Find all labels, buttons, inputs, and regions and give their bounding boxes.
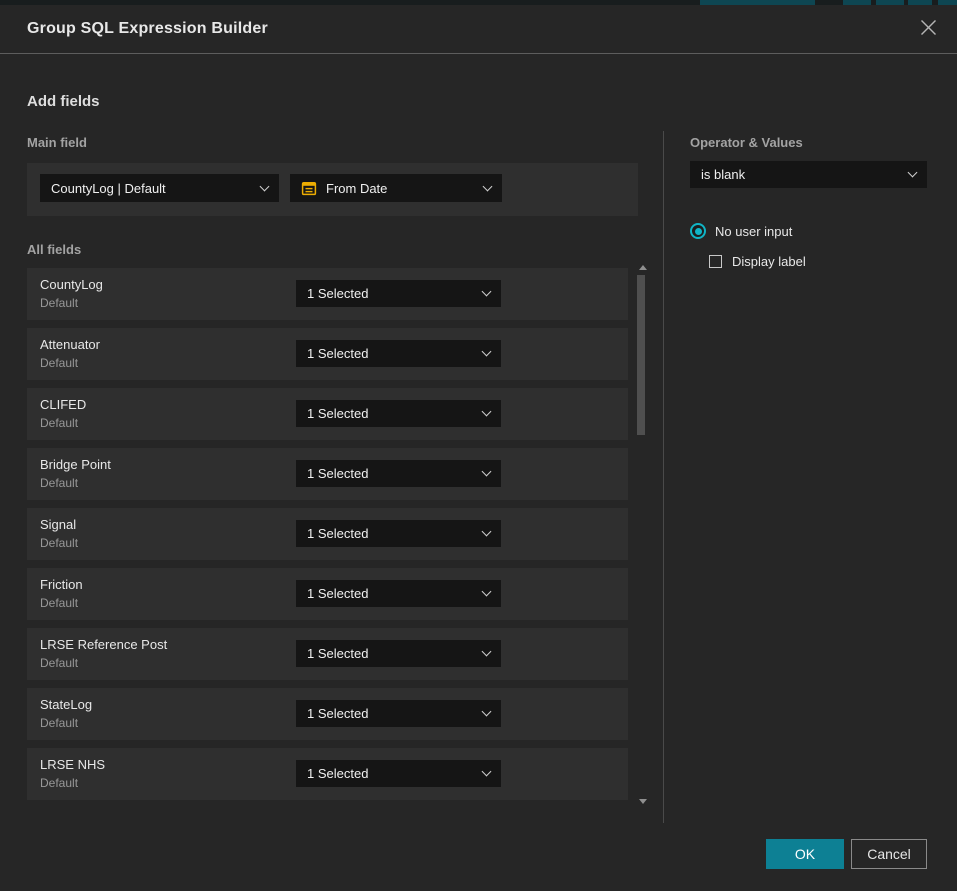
field-row: StateLog Default 1 Selected	[27, 688, 628, 740]
layer-source-value: CountyLog | Default	[51, 181, 261, 196]
field-row: Attenuator Default 1 Selected	[27, 328, 628, 380]
field-subtitle: Default	[40, 716, 78, 730]
main-field-panel: CountyLog | Default From Date	[27, 163, 638, 216]
field-row: Friction Default 1 Selected	[27, 568, 628, 620]
field-selection-value: 1 Selected	[307, 286, 483, 301]
main-field-label: Main field	[27, 135, 87, 150]
scrollbar-down-arrow-icon[interactable]	[639, 799, 647, 804]
field-subtitle: Default	[40, 296, 78, 310]
chevron-down-icon	[482, 527, 492, 537]
scrollbar-up-arrow-icon[interactable]	[639, 265, 647, 270]
no-user-input-label: No user input	[715, 224, 792, 239]
dialog-titlebar: Group SQL Expression Builder	[0, 5, 957, 54]
field-subtitle: Default	[40, 476, 78, 490]
field-selection-value: 1 Selected	[307, 646, 483, 661]
chevron-down-icon	[482, 587, 492, 597]
field-selection-dropdown[interactable]: 1 Selected	[296, 460, 501, 487]
field-name: Signal	[40, 517, 76, 532]
field-subtitle: Default	[40, 416, 78, 430]
checkbox-unchecked-icon	[709, 255, 722, 268]
field-name: CLIFED	[40, 397, 86, 412]
field-name: Attenuator	[40, 337, 100, 352]
cancel-button[interactable]: Cancel	[851, 839, 927, 869]
add-fields-heading: Add fields	[27, 93, 100, 110]
chevron-down-icon	[482, 407, 492, 417]
field-name: StateLog	[40, 697, 92, 712]
field-row: LRSE NHS Default 1 Selected	[27, 748, 628, 800]
main-field-value: From Date	[326, 181, 475, 196]
field-subtitle: Default	[40, 536, 78, 550]
chevron-down-icon	[482, 467, 492, 477]
field-selection-dropdown[interactable]: 1 Selected	[296, 520, 501, 547]
no-user-input-radio-row[interactable]: No user input	[690, 223, 792, 239]
main-field-dropdown[interactable]: From Date	[290, 174, 502, 202]
field-subtitle: Default	[40, 356, 78, 370]
calendar-date-icon	[301, 180, 317, 196]
operator-value: is blank	[701, 167, 909, 182]
scrollbar-thumb[interactable]	[637, 275, 645, 435]
field-name: LRSE Reference Post	[40, 637, 167, 652]
ok-button[interactable]: OK	[766, 839, 844, 869]
field-selection-value: 1 Selected	[307, 346, 483, 361]
operator-values-heading: Operator & Values	[690, 135, 803, 150]
close-icon	[920, 19, 937, 41]
field-name: Bridge Point	[40, 457, 111, 472]
field-row: Bridge Point Default 1 Selected	[27, 448, 628, 500]
field-name: Friction	[40, 577, 83, 592]
field-subtitle: Default	[40, 596, 78, 610]
chevron-down-icon	[483, 181, 493, 191]
chevron-down-icon	[482, 707, 492, 717]
field-selection-dropdown[interactable]: 1 Selected	[296, 340, 501, 367]
field-selection-value: 1 Selected	[307, 706, 483, 721]
field-selection-value: 1 Selected	[307, 766, 483, 781]
field-selection-dropdown[interactable]: 1 Selected	[296, 760, 501, 787]
chevron-down-icon	[482, 287, 492, 297]
field-subtitle: Default	[40, 656, 78, 670]
field-row: CLIFED Default 1 Selected	[27, 388, 628, 440]
chevron-down-icon	[482, 647, 492, 657]
field-selection-dropdown[interactable]: 1 Selected	[296, 280, 501, 307]
panel-divider	[663, 131, 664, 823]
field-row: Signal Default 1 Selected	[27, 508, 628, 560]
chevron-down-icon	[482, 347, 492, 357]
field-selection-dropdown[interactable]: 1 Selected	[296, 400, 501, 427]
radio-selected-icon	[690, 223, 706, 239]
chevron-down-icon	[908, 168, 918, 178]
display-label-checkbox-row[interactable]: Display label	[709, 254, 806, 269]
fields-list-scrollbar[interactable]	[634, 263, 652, 806]
group-sql-expression-builder-dialog: Group SQL Expression Builder Add fields …	[0, 5, 957, 891]
field-selection-value: 1 Selected	[307, 526, 483, 541]
operator-dropdown[interactable]: is blank	[690, 161, 927, 188]
field-selection-value: 1 Selected	[307, 466, 483, 481]
close-button[interactable]	[915, 17, 941, 43]
all-fields-label: All fields	[27, 242, 81, 257]
field-name: LRSE NHS	[40, 757, 105, 772]
chevron-down-icon	[260, 181, 270, 191]
all-fields-list: CountyLog Default 1 Selected Attenuator …	[27, 268, 628, 800]
layer-source-dropdown[interactable]: CountyLog | Default	[40, 174, 279, 202]
field-selection-value: 1 Selected	[307, 406, 483, 421]
field-row: LRSE Reference Post Default 1 Selected	[27, 628, 628, 680]
field-selection-value: 1 Selected	[307, 586, 483, 601]
chevron-down-icon	[482, 767, 492, 777]
dialog-title: Group SQL Expression Builder	[27, 20, 268, 38]
display-label-label: Display label	[732, 254, 806, 269]
field-subtitle: Default	[40, 776, 78, 790]
field-row: CountyLog Default 1 Selected	[27, 268, 628, 320]
field-selection-dropdown[interactable]: 1 Selected	[296, 580, 501, 607]
field-selection-dropdown[interactable]: 1 Selected	[296, 700, 501, 727]
field-selection-dropdown[interactable]: 1 Selected	[296, 640, 501, 667]
field-name: CountyLog	[40, 277, 103, 292]
